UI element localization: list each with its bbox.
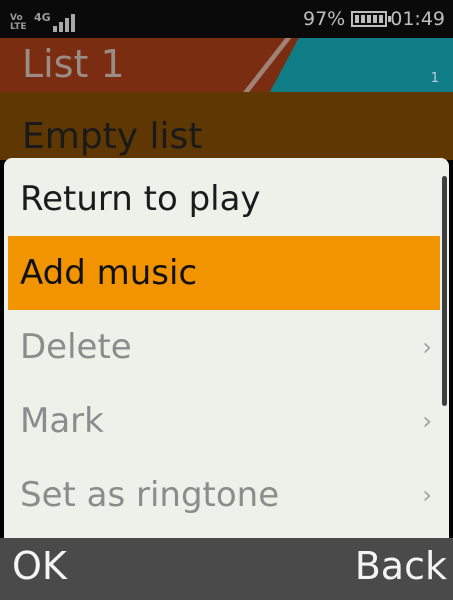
signal-strength-icon xyxy=(52,14,77,32)
network-type-label: 4G xyxy=(34,11,51,24)
menu-item-mark[interactable]: Mark › xyxy=(8,384,440,458)
softkey-bar: OK Back xyxy=(0,538,453,600)
status-bar: Vo LTE 4G 97% 01:49 xyxy=(0,0,453,38)
menu-item-delete[interactable]: Delete › xyxy=(8,310,440,384)
header-divider xyxy=(230,38,292,92)
list-title: List 1 xyxy=(22,42,125,86)
empty-list-message: Empty list xyxy=(22,116,203,157)
options-menu: Return to play Add music Delete › Mark ›… xyxy=(4,158,449,538)
back-softkey[interactable]: Back xyxy=(355,544,447,588)
battery-percent: 97% xyxy=(303,8,346,30)
list-count: 1 xyxy=(430,71,439,86)
menu-item-label: Return to play xyxy=(20,179,261,219)
ok-softkey[interactable]: OK xyxy=(12,544,67,588)
volte-icon: Vo LTE xyxy=(10,13,27,32)
chevron-right-icon: › xyxy=(422,407,432,435)
status-right: 97% 01:49 xyxy=(303,6,445,32)
menu-item-add-music[interactable]: Add music xyxy=(8,236,440,310)
status-left: Vo LTE 4G xyxy=(10,6,77,32)
battery-icon xyxy=(351,11,392,27)
menu-item-label: Delete xyxy=(20,327,132,367)
list-header: List 1 1 xyxy=(0,38,453,92)
menu-item-set-as-ringtone[interactable]: Set as ringtone › xyxy=(8,458,440,532)
menu-item-label: Add music xyxy=(20,253,198,293)
menu-item-label: Set as ringtone xyxy=(20,475,280,515)
menu-item-label: Mark xyxy=(20,401,104,441)
menu-scrollbar[interactable] xyxy=(442,176,447,406)
chevron-right-icon: › xyxy=(422,481,432,509)
chevron-right-icon: › xyxy=(422,333,432,361)
list-content: Empty list xyxy=(0,92,453,160)
clock: 01:49 xyxy=(390,8,445,30)
menu-item-return-to-play[interactable]: Return to play xyxy=(8,162,440,236)
